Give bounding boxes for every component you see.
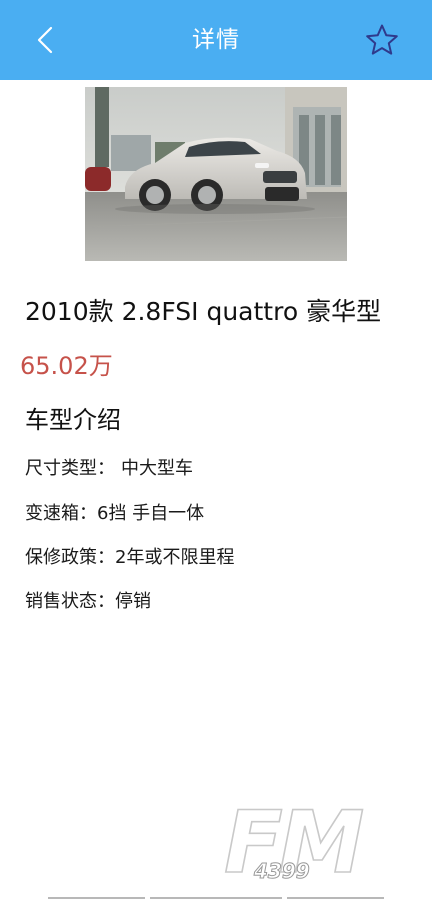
car-price: 65.02万: [20, 352, 113, 380]
star-outline-icon: [366, 24, 398, 55]
spec-value: 6挡 手自一体: [97, 503, 205, 524]
spec-row-sales-status: 销售状态：停销: [25, 587, 151, 613]
spec-label: 尺寸类型：: [25, 458, 115, 479]
spec-value: 中大型车: [121, 458, 193, 479]
bottom-divider: [48, 897, 384, 899]
spec-label: 保修政策：: [25, 547, 115, 568]
favorite-button[interactable]: [362, 20, 402, 60]
spec-value: 2年或不限里程: [115, 547, 235, 568]
top-bar: 详情: [0, 0, 432, 80]
car-photo: [85, 87, 347, 261]
spec-label: 销售状态：: [25, 591, 115, 612]
section-title-intro: 车型介绍: [25, 406, 121, 434]
spec-value: 停销: [115, 591, 151, 612]
svg-text:4399: 4399: [253, 859, 310, 883]
car-model-name: 2010款 2.8FSI quattro 豪华型: [25, 297, 382, 326]
spec-row-transmission: 变速箱：6挡 手自一体: [25, 499, 204, 525]
spec-row-warranty: 保修政策：2年或不限里程: [25, 543, 234, 569]
spec-label: 变速箱：: [25, 503, 97, 524]
watermark-logo: FM 4399: [222, 790, 397, 894]
spec-row-size: 尺寸类型： 中大型车: [25, 454, 193, 480]
